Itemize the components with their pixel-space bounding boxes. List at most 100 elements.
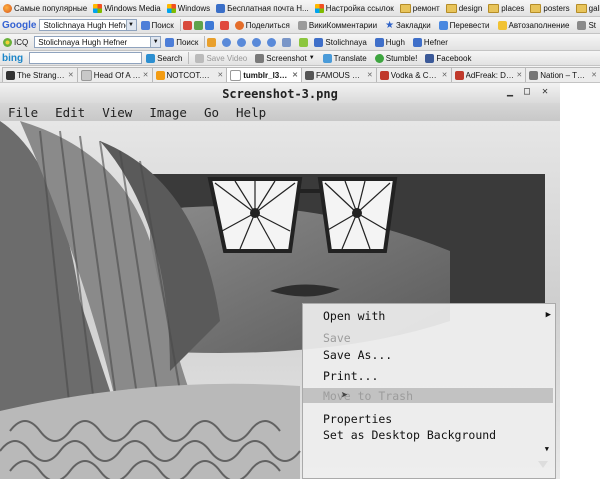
stumble-icon [374, 53, 384, 63]
google-toolbar: Google Stolichnaya Hugh Hefner ▼ Поиск По… [0, 17, 600, 34]
chevron-down-icon[interactable]: ▼ [150, 37, 161, 47]
bookmark-folder-posters[interactable]: posters [527, 3, 572, 13]
chevron-down-icon[interactable]: ▼ [309, 55, 315, 61]
mail-icon [216, 3, 226, 13]
bookmark-folder-remont[interactable]: ремонт [397, 3, 443, 13]
close-icon[interactable]: ✕ [292, 71, 298, 79]
google-bookmarks-button[interactable]: ★ Закладки [381, 20, 435, 31]
highlight-word-2[interactable]: Hugh [371, 37, 409, 47]
menu-item-move-to-trash[interactable]: Move to Trash [323, 388, 413, 404]
add-icon[interactable] [204, 20, 214, 30]
autofill-icon [497, 20, 507, 30]
zoom-out-icon[interactable] [237, 37, 247, 47]
share-icon [234, 20, 244, 30]
share-button[interactable]: Поделиться [231, 20, 294, 30]
mail-icon[interactable] [282, 37, 292, 47]
home-icon[interactable] [207, 37, 217, 47]
close-icon[interactable]: ✕ [68, 71, 74, 79]
wiki-comments-button[interactable]: ВикиКомментарии [294, 20, 381, 30]
window-titlebar: Screenshot-3.png ▁ □ ✕ [0, 83, 560, 103]
page-icon [6, 70, 15, 80]
screenshot-button[interactable]: Screenshot ▼ [251, 53, 318, 63]
search-icon [165, 37, 175, 47]
tab-strip: The Strange Attrac...✕ Head Of A Wolf✕ N… [0, 66, 600, 83]
close-icon[interactable]: ✕ [542, 86, 548, 97]
menu-image[interactable]: Image [149, 105, 187, 120]
windows-icon [314, 3, 324, 13]
search-icon [374, 37, 384, 47]
menu-item-open-with[interactable]: Open with [323, 308, 385, 324]
translate-bing-button[interactable]: Translate [319, 53, 371, 63]
tab-head-of-a-wolf[interactable]: Head Of A Wolf✕ [76, 67, 153, 82]
close-icon[interactable]: ✕ [217, 71, 223, 79]
bookmark-windows[interactable]: Windows [164, 3, 213, 13]
menu-item-save[interactable]: Save [323, 330, 351, 346]
facebook-button[interactable]: Facebook [421, 53, 475, 63]
zoom-in-icon[interactable] [222, 37, 232, 47]
google-search-button[interactable]: Поиск [137, 20, 178, 30]
page-icon [230, 69, 242, 81]
bing-search-button[interactable]: Search [142, 53, 186, 63]
apps-icon[interactable] [193, 20, 203, 30]
find-icon[interactable] [267, 37, 277, 47]
toolbar-separator [179, 19, 181, 31]
menu-file[interactable]: File [8, 105, 38, 120]
menu-item-save-as[interactable]: Save As... [323, 347, 392, 363]
tab-nation[interactable]: Nation – The Face...✕ [525, 67, 600, 82]
bookmark-popular[interactable]: Самые популярные [0, 3, 90, 13]
bookmark-mail[interactable]: Бесплатная почта H... [213, 3, 312, 13]
bing-search-input[interactable] [29, 52, 143, 64]
context-menu: Open with ▶ Save Save As... Print... Mov… [302, 303, 556, 479]
icq-search-button[interactable]: Поиск [161, 37, 202, 47]
highlight-icon[interactable] [299, 37, 309, 47]
close-icon[interactable]: ✕ [442, 71, 448, 79]
menu-scroll-down-icon[interactable]: ▼ [545, 445, 549, 453]
bookmark-folder-design[interactable]: design [443, 3, 486, 13]
menu-item-properties[interactable]: Properties [323, 411, 392, 427]
viewer-menubar: File Edit View Image Go Help [0, 103, 560, 121]
wrench-icon [577, 20, 587, 30]
tab-vodka[interactable]: Vodka & Co. | Abso...✕ [375, 67, 452, 82]
camera-icon [255, 53, 265, 63]
pagerank-icon[interactable] [182, 20, 192, 30]
menu-view[interactable]: View [102, 105, 132, 120]
gmail-icon[interactable] [219, 20, 229, 30]
chevron-down-icon[interactable]: ▼ [125, 20, 136, 30]
bookmark-folder-gallery[interactable]: gallery [573, 3, 600, 13]
close-icon[interactable]: ✕ [143, 71, 149, 79]
stumble-button[interactable]: Stumble! [371, 53, 422, 63]
bing-toolbar: bing Search Save Video Screenshot ▼ Trans… [0, 51, 600, 66]
menu-item-set-background[interactable]: Set as Desktop Background [323, 427, 496, 443]
icq-search-input[interactable]: Stolichnaya Hugh Hefner ▼ [34, 36, 162, 48]
tab-adfreak[interactable]: AdFreak: Double y...✕ [450, 67, 527, 82]
close-icon[interactable]: ✕ [591, 71, 597, 79]
close-icon[interactable]: ✕ [516, 71, 522, 79]
windows-icon [93, 3, 103, 13]
menu-go[interactable]: Go [204, 105, 219, 120]
translate-button[interactable]: Перевести [435, 20, 494, 30]
tab-famous[interactable]: FAMOUS WHEN DE...✕ [301, 67, 377, 82]
save-video-button[interactable]: Save Video [191, 53, 251, 63]
bookmark-links-settings[interactable]: Настройка ссылок [312, 3, 397, 13]
minimize-icon[interactable]: ▁ [507, 86, 513, 97]
search-icon [412, 37, 422, 47]
translate-icon [438, 20, 448, 30]
google-search-input[interactable]: Stolichnaya Hugh Hefner ▼ [39, 19, 137, 31]
search-page-icon[interactable] [252, 37, 262, 47]
bookmark-windows-media[interactable]: Windows Media [90, 3, 163, 13]
menu-edit[interactable]: Edit [55, 105, 85, 120]
tab-strange-attractor[interactable]: The Strange Attrac...✕ [2, 67, 78, 82]
highlight-word-3[interactable]: Hefner [409, 37, 452, 47]
page-icon [305, 70, 314, 80]
folder-icon [488, 3, 500, 13]
tab-notcot[interactable]: NOTCOT.ORG ✕ [151, 67, 228, 82]
autofill-button[interactable]: Автозаполнение [494, 20, 574, 30]
tab-tumblr[interactable]: tumblr_l3aj... ✕ [226, 67, 302, 82]
maximize-icon[interactable]: □ [524, 86, 530, 97]
menu-help[interactable]: Help [236, 105, 266, 120]
highlight-word-1[interactable]: Stolichnaya [310, 37, 370, 47]
settings-button[interactable]: St [573, 20, 600, 30]
menu-item-print[interactable]: Print... [323, 368, 378, 384]
close-icon[interactable]: ✕ [367, 71, 373, 79]
bookmark-folder-places[interactable]: places [485, 3, 527, 13]
